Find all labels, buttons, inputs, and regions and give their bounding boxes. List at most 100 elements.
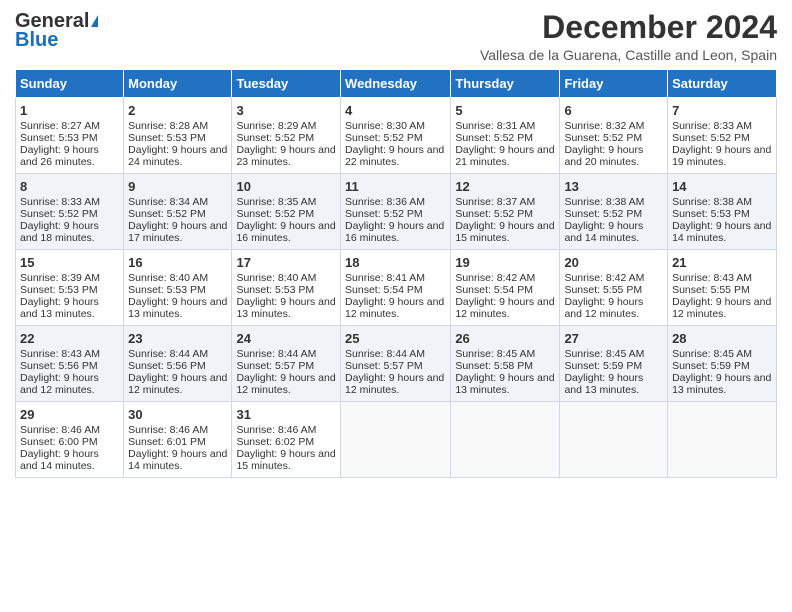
- logo: General Blue: [15, 10, 98, 52]
- sunset-text: Sunset: 5:53 PM: [20, 284, 98, 296]
- sunrise-text: Sunrise: 8:37 AM: [455, 196, 535, 208]
- day-cell: 24Sunrise: 8:44 AMSunset: 5:57 PMDayligh…: [232, 326, 341, 402]
- sunset-text: Sunset: 5:59 PM: [672, 360, 750, 372]
- day-number: 27: [564, 331, 663, 346]
- day-number: 31: [236, 407, 336, 422]
- day-cell: 29Sunrise: 8:46 AMSunset: 6:00 PMDayligh…: [16, 402, 124, 478]
- daylight-text: Daylight: 9 hours and 12 minutes.: [20, 372, 99, 396]
- daylight-text: Daylight: 9 hours and 15 minutes.: [455, 220, 554, 244]
- header-cell-friday: Friday: [560, 70, 668, 98]
- sunset-text: Sunset: 5:53 PM: [128, 284, 206, 296]
- page-header: General Blue December 2024 Vallesa de la…: [15, 10, 777, 63]
- sunrise-text: Sunrise: 8:45 AM: [455, 348, 535, 360]
- daylight-text: Daylight: 9 hours and 13 minutes.: [672, 372, 771, 396]
- week-row-3: 15Sunrise: 8:39 AMSunset: 5:53 PMDayligh…: [16, 250, 777, 326]
- day-cell: 16Sunrise: 8:40 AMSunset: 5:53 PMDayligh…: [124, 250, 232, 326]
- day-cell: [560, 402, 668, 478]
- sunrise-text: Sunrise: 8:30 AM: [345, 120, 425, 132]
- sunrise-text: Sunrise: 8:46 AM: [20, 424, 100, 436]
- daylight-text: Daylight: 9 hours and 24 minutes.: [128, 144, 227, 168]
- day-number: 14: [672, 179, 772, 194]
- day-cell: 22 Sunrise: 8:43 AMSunset: 5:56 PMDayligh…: [16, 326, 124, 402]
- day-cell: 13Sunrise: 8:38 AMSunset: 5:52 PMDayligh…: [560, 174, 668, 250]
- daylight-text: Daylight: 9 hours and 21 minutes.: [455, 144, 554, 168]
- week-row-5: 29Sunrise: 8:46 AMSunset: 6:00 PMDayligh…: [16, 402, 777, 478]
- sunrise-text: Sunrise: 8:45 AM: [672, 348, 752, 360]
- day-cell: 31Sunrise: 8:46 AMSunset: 6:02 PMDayligh…: [232, 402, 341, 478]
- day-cell: 18Sunrise: 8:41 AMSunset: 5:54 PMDayligh…: [341, 250, 451, 326]
- sunrise-text: Sunrise: 8:43 AM: [20, 348, 100, 360]
- daylight-text: Daylight: 9 hours and 13 minutes.: [128, 296, 227, 320]
- sunrise-text: Sunrise: 8:44 AM: [236, 348, 316, 360]
- sunset-text: Sunset: 5:53 PM: [236, 284, 314, 296]
- day-number: 19: [455, 255, 555, 270]
- sunrise-text: Sunrise: 8:32 AM: [564, 120, 644, 132]
- logo-triangle-icon: [91, 15, 98, 27]
- day-cell: 5Sunrise: 8:31 AMSunset: 5:52 PMDaylight…: [451, 98, 560, 174]
- day-number: 24: [236, 331, 336, 346]
- day-number: 3: [236, 103, 336, 118]
- day-number: 6: [564, 103, 663, 118]
- sunrise-text: Sunrise: 8:33 AM: [20, 196, 100, 208]
- sunrise-text: Sunrise: 8:27 AM: [20, 120, 100, 132]
- day-number: 1: [20, 103, 119, 118]
- day-cell: 26Sunrise: 8:45 AMSunset: 5:58 PMDayligh…: [451, 326, 560, 402]
- calendar-table: SundayMondayTuesdayWednesdayThursdayFrid…: [15, 69, 777, 478]
- sunset-text: Sunset: 5:55 PM: [564, 284, 642, 296]
- sunset-text: Sunset: 5:52 PM: [564, 132, 642, 144]
- day-cell: 27Sunrise: 8:45 AMSunset: 5:59 PMDayligh…: [560, 326, 668, 402]
- day-number: 23: [128, 331, 227, 346]
- sunrise-text: Sunrise: 8:40 AM: [236, 272, 316, 284]
- sunrise-text: Sunrise: 8:45 AM: [564, 348, 644, 360]
- day-cell: 7Sunrise: 8:33 AMSunset: 5:52 PMDaylight…: [668, 98, 777, 174]
- day-number: 10: [236, 179, 336, 194]
- daylight-text: Daylight: 9 hours and 13 minutes.: [236, 296, 335, 320]
- day-cell: 3Sunrise: 8:29 AMSunset: 5:52 PMDaylight…: [232, 98, 341, 174]
- sunrise-text: Sunrise: 8:46 AM: [128, 424, 208, 436]
- sunset-text: Sunset: 5:57 PM: [236, 360, 314, 372]
- sunset-text: Sunset: 5:52 PM: [345, 208, 423, 220]
- sunset-text: Sunset: 5:52 PM: [236, 208, 314, 220]
- day-cell: [451, 402, 560, 478]
- sunset-text: Sunset: 5:56 PM: [20, 360, 98, 372]
- sunset-text: Sunset: 6:01 PM: [128, 436, 206, 448]
- sunrise-text: Sunrise: 8:44 AM: [345, 348, 425, 360]
- day-cell: 19Sunrise: 8:42 AMSunset: 5:54 PMDayligh…: [451, 250, 560, 326]
- day-cell: 20Sunrise: 8:42 AMSunset: 5:55 PMDayligh…: [560, 250, 668, 326]
- sunset-text: Sunset: 5:52 PM: [345, 132, 423, 144]
- day-number: 12: [455, 179, 555, 194]
- header-cell-thursday: Thursday: [451, 70, 560, 98]
- daylight-text: Daylight: 9 hours and 12 minutes.: [345, 372, 444, 396]
- day-cell: 17Sunrise: 8:40 AMSunset: 5:53 PMDayligh…: [232, 250, 341, 326]
- day-cell: 1Sunrise: 8:27 AMSunset: 5:53 PMDaylight…: [16, 98, 124, 174]
- sunrise-text: Sunrise: 8:42 AM: [455, 272, 535, 284]
- day-cell: 28Sunrise: 8:45 AMSunset: 5:59 PMDayligh…: [668, 326, 777, 402]
- header-cell-monday: Monday: [124, 70, 232, 98]
- daylight-text: Daylight: 9 hours and 12 minutes.: [345, 296, 444, 320]
- sunrise-text: Sunrise: 8:29 AM: [236, 120, 316, 132]
- day-number: 22: [20, 331, 119, 346]
- sunrise-text: Sunrise: 8:43 AM: [672, 272, 752, 284]
- sunset-text: Sunset: 5:56 PM: [128, 360, 206, 372]
- logo-blue-text: Blue: [15, 29, 58, 51]
- sunrise-text: Sunrise: 8:36 AM: [345, 196, 425, 208]
- sunset-text: Sunset: 5:52 PM: [455, 132, 533, 144]
- sunset-text: Sunset: 5:59 PM: [564, 360, 642, 372]
- sunrise-text: Sunrise: 8:38 AM: [672, 196, 752, 208]
- daylight-text: Daylight: 9 hours and 12 minutes.: [128, 372, 227, 396]
- week-row-1: 1Sunrise: 8:27 AMSunset: 5:53 PMDaylight…: [16, 98, 777, 174]
- day-number: 29: [20, 407, 119, 422]
- day-cell: [341, 402, 451, 478]
- daylight-text: Daylight: 9 hours and 16 minutes.: [236, 220, 335, 244]
- daylight-text: Daylight: 9 hours and 19 minutes.: [672, 144, 771, 168]
- sunset-text: Sunset: 5:58 PM: [455, 360, 533, 372]
- day-cell: 21Sunrise: 8:43 AMSunset: 5:55 PMDayligh…: [668, 250, 777, 326]
- daylight-text: Daylight: 9 hours and 16 minutes.: [345, 220, 444, 244]
- day-cell: 23Sunrise: 8:44 AMSunset: 5:56 PMDayligh…: [124, 326, 232, 402]
- sunrise-text: Sunrise: 8:41 AM: [345, 272, 425, 284]
- daylight-text: Daylight: 9 hours and 18 minutes.: [20, 220, 99, 244]
- sunrise-text: Sunrise: 8:46 AM: [236, 424, 316, 436]
- daylight-text: Daylight: 9 hours and 26 minutes.: [20, 144, 99, 168]
- sunset-text: Sunset: 5:55 PM: [672, 284, 750, 296]
- day-number: 20: [564, 255, 663, 270]
